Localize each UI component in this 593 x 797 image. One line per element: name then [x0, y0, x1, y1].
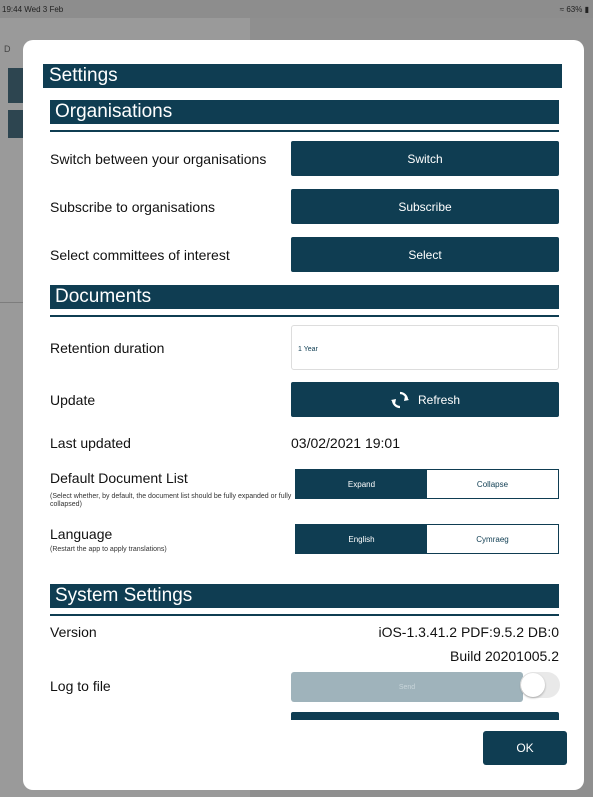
switch-label: Switch between your organisations: [50, 151, 267, 167]
version-label: Version: [50, 624, 97, 640]
log-to-file-label: Log to file: [50, 678, 111, 694]
language-hint: (Restart the app to apply translations): [50, 546, 167, 553]
language-toggle: English Cymraeg: [295, 524, 559, 554]
default-list-label: Default Document List: [50, 470, 188, 486]
background-bar: [8, 68, 24, 103]
battery-icon: ▮: [584, 5, 589, 14]
send-log-button[interactable]: Send: [291, 672, 523, 702]
version-value: iOS-1.3.41.2 PDF:9.5.2 DB:0: [378, 624, 559, 640]
status-bar: 19:44 Wed 3 Feb ≈ 63% ▮: [0, 0, 593, 18]
refresh-label: Refresh: [417, 392, 461, 407]
update-label: Update: [50, 392, 96, 408]
settings-title: Settings: [43, 64, 562, 88]
refresh-button[interactable]: Refresh: [291, 382, 559, 417]
english-option[interactable]: English: [296, 525, 427, 553]
collapse-option[interactable]: Collapse: [427, 470, 558, 498]
expand-option[interactable]: Expand: [296, 470, 427, 498]
cymraeg-option[interactable]: Cymraeg: [427, 525, 558, 553]
battery-indicator: ≈ 63% ▮: [560, 5, 589, 14]
refresh-icon: [390, 391, 409, 408]
document-list-toggle: Expand Collapse: [295, 469, 559, 499]
default-list-hint: (Select whether, by default, the documen…: [50, 493, 292, 508]
build-value: Build 20201005.2: [450, 648, 559, 664]
select-committees-label: Select committees of interest: [50, 247, 230, 263]
retention-select[interactable]: 1 Year: [291, 325, 559, 370]
status-time: 19:44 Wed 3 Feb: [2, 5, 64, 14]
select-button[interactable]: Select: [291, 237, 559, 272]
retention-value: 1 Year: [298, 346, 318, 353]
partially-visible-button[interactable]: [291, 712, 559, 720]
toggle-knob: [521, 673, 545, 697]
wifi-icon: ≈: [559, 5, 565, 14]
subscribe-button[interactable]: Subscribe: [291, 189, 559, 224]
documents-heading: Documents: [50, 285, 559, 309]
subscribe-label: Subscribe to organisations: [50, 199, 215, 215]
organisations-heading: Organisations: [50, 100, 559, 124]
language-label: Language: [50, 526, 113, 542]
background-bar: [8, 110, 24, 138]
retention-label: Retention duration: [50, 340, 165, 356]
system-settings-heading: System Settings: [50, 584, 559, 608]
switch-button[interactable]: Switch: [291, 141, 559, 176]
section-divider: [50, 130, 559, 132]
section-divider: [50, 614, 559, 616]
ok-button[interactable]: OK: [483, 731, 567, 765]
battery-percent: 63%: [566, 5, 583, 14]
last-updated-value: 03/02/2021 19:01: [291, 435, 400, 451]
settings-modal: Settings Organisations Switch between yo…: [23, 40, 584, 790]
last-updated-label: Last updated: [50, 435, 131, 451]
background-label: D: [4, 44, 11, 54]
section-divider: [50, 315, 559, 317]
log-to-file-toggle[interactable]: [520, 672, 560, 698]
